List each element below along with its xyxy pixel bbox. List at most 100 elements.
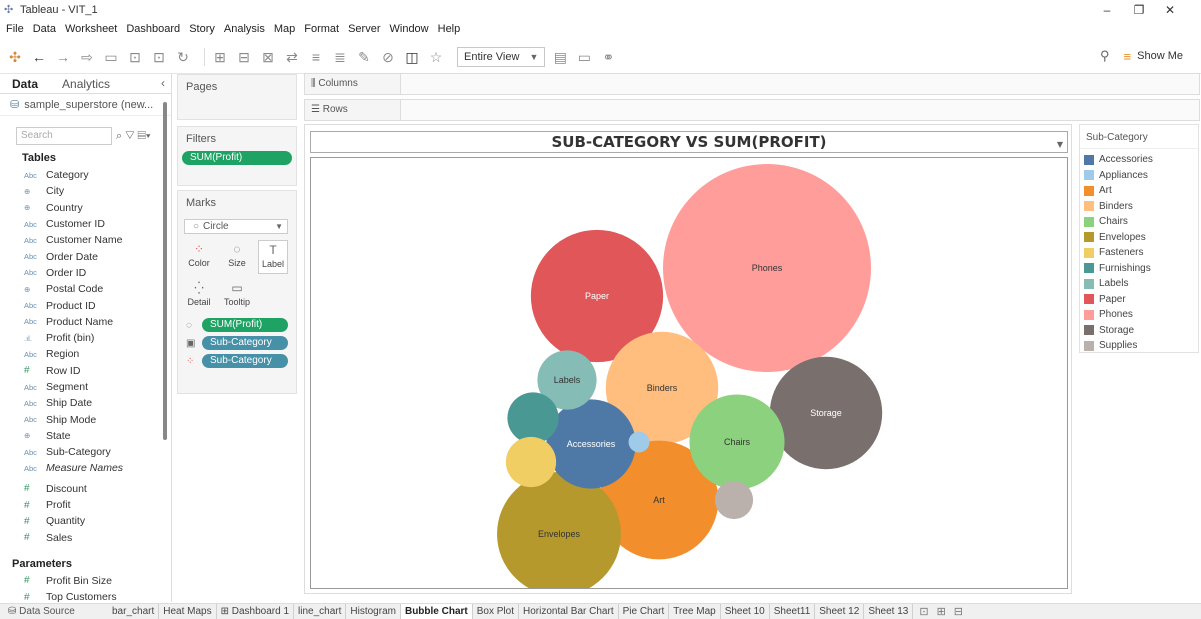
- menu-story[interactable]: Story: [189, 23, 215, 35]
- highlight-icon[interactable]: ✎: [355, 48, 373, 66]
- sheet-tab-box-plot[interactable]: Box Plot: [473, 604, 519, 619]
- show-labels-icon[interactable]: ◫: [403, 48, 421, 66]
- label-button[interactable]: T Label: [258, 240, 288, 274]
- bubble-furnishings[interactable]: [507, 392, 559, 444]
- legend-item-art[interactable]: Art: [1080, 183, 1198, 199]
- legend-item-paper[interactable]: Paper: [1080, 292, 1198, 308]
- chevron-down-icon[interactable]: ▼: [1057, 135, 1063, 155]
- group-icon[interactable]: ⊘: [379, 48, 397, 66]
- new-worksheet-icon[interactable]: ⊞: [211, 48, 229, 66]
- data-source-tab[interactable]: ⛁ Data Source: [0, 606, 108, 617]
- field-profit-bin-[interactable]: .ıl. Profit (bin): [0, 330, 171, 346]
- share-icon[interactable]: ⚭: [599, 48, 617, 66]
- legend-item-fasteners[interactable]: Fasteners: [1080, 245, 1198, 261]
- show-cards-icon[interactable]: ▤: [551, 48, 569, 66]
- replay-icon[interactable]: ⇨: [78, 48, 96, 66]
- legend-item-storage[interactable]: Storage: [1080, 323, 1198, 339]
- sort-ascending-icon[interactable]: ≡: [307, 48, 325, 66]
- columns-shelf[interactable]: ⫼ Columns: [304, 73, 1200, 95]
- field-discount[interactable]: # Discount: [0, 481, 171, 497]
- legend-item-supplies[interactable]: Supplies: [1080, 338, 1198, 354]
- field-profit-bin-size[interactable]: # Profit Bin Size: [0, 573, 171, 589]
- close-button[interactable]: ✕: [1155, 0, 1185, 20]
- menu-data[interactable]: Data: [33, 23, 56, 35]
- filter-pill-sum-profit[interactable]: SUM(Profit): [182, 151, 292, 165]
- sheet-tab-sheet-13[interactable]: Sheet 13: [864, 604, 914, 619]
- search-filter-icons[interactable]: ⌕ ▽ ▤▾: [116, 130, 151, 143]
- sheet-tab-sheet11[interactable]: Sheet11: [770, 604, 816, 619]
- mark-type-select[interactable]: ○ Circle ▼: [184, 219, 288, 234]
- field-order-id[interactable]: Abc Order ID: [0, 265, 171, 281]
- field-product-name[interactable]: Abc Product Name: [0, 314, 171, 330]
- save-icon[interactable]: ▭: [102, 48, 120, 66]
- field-segment[interactable]: Abc Segment: [0, 379, 171, 395]
- bubble-fasteners[interactable]: [505, 436, 557, 488]
- menu-file[interactable]: File: [6, 23, 24, 35]
- sheet-tab-bar-chart[interactable]: bar_chart: [108, 604, 160, 619]
- minimize-button[interactable]: –: [1092, 0, 1122, 20]
- sheet-tab-dashboard-1[interactable]: ⊞ Dashboard 1: [217, 604, 295, 619]
- field-profit[interactable]: # Profit: [0, 497, 171, 513]
- mark-pill-sub-category-label[interactable]: Sub-Category: [202, 336, 288, 350]
- menu-format[interactable]: Format: [304, 23, 339, 35]
- detail-button[interactable]: ⁛ Detail: [184, 279, 214, 313]
- field-sub-category[interactable]: Abc Sub-Category: [0, 444, 171, 460]
- tableau-home-icon[interactable]: ✣: [6, 48, 24, 66]
- size-button[interactable]: ◌ Size: [222, 240, 252, 274]
- data-pane-scrollbar[interactable]: [163, 102, 167, 440]
- field-sales[interactable]: # Sales: [0, 530, 171, 546]
- pages-card[interactable]: Pages: [177, 74, 297, 120]
- fix-axes-icon[interactable]: ☆: [427, 48, 445, 66]
- presentation-mode-icon[interactable]: ▭: [575, 48, 593, 66]
- legend-item-appliances[interactable]: Appliances: [1080, 168, 1198, 184]
- field-postal-code[interactable]: ⊕ Postal Code: [0, 281, 171, 297]
- menu-map[interactable]: Map: [274, 23, 295, 35]
- sheet-tab-pie-chart[interactable]: Pie Chart: [619, 604, 670, 619]
- rows-shelf[interactable]: ☰ Rows: [304, 99, 1200, 121]
- collapse-pane-icon[interactable]: ‹: [161, 76, 165, 90]
- swap-axes-icon[interactable]: ⇄: [283, 48, 301, 66]
- fit-view-select[interactable]: Entire View ▼: [457, 46, 546, 67]
- menu-help[interactable]: Help: [438, 23, 461, 35]
- sheet-tab-histogram[interactable]: Histogram: [346, 604, 401, 619]
- menu-server[interactable]: Server: [348, 23, 380, 35]
- legend-item-phones[interactable]: Phones: [1080, 307, 1198, 323]
- pin-icon[interactable]: ⚲: [1100, 48, 1110, 64]
- legend-item-binders[interactable]: Binders: [1080, 199, 1198, 215]
- tab-analytics[interactable]: Analytics: [50, 74, 122, 94]
- sheet-tab-line-chart[interactable]: line_chart: [294, 604, 347, 619]
- sheet-tab-tree-map[interactable]: Tree Map: [669, 604, 721, 619]
- bubble-supplies[interactable]: [714, 480, 754, 520]
- sheet-tab-sheet-10[interactable]: Sheet 10: [721, 604, 770, 619]
- field-customer-id[interactable]: Abc Customer ID: [0, 216, 171, 232]
- field-row-id[interactable]: # Row ID: [0, 363, 171, 379]
- tooltip-button[interactable]: ▭ Tooltip: [222, 279, 252, 313]
- field-order-date[interactable]: Abc Order Date: [0, 248, 171, 264]
- menu-dashboard[interactable]: Dashboard: [126, 23, 180, 35]
- color-button[interactable]: ⁘ Color: [184, 240, 214, 274]
- datasource-item[interactable]: ⛁ sample_superstore (new...: [0, 94, 171, 116]
- sheet-tab-bubble-chart[interactable]: Bubble Chart: [400, 604, 473, 619]
- field-ship-date[interactable]: Abc Ship Date: [0, 395, 171, 411]
- refresh-icon[interactable]: ↻: [174, 48, 192, 66]
- field-customer-name[interactable]: Abc Customer Name: [0, 232, 171, 248]
- undo-icon[interactable]: ←: [30, 48, 48, 66]
- bubble-appliances[interactable]: [628, 431, 650, 453]
- chart-title[interactable]: SUB-CATEGORY VS SUM(PROFIT) ▼: [310, 131, 1068, 153]
- legend-item-labels[interactable]: Labels: [1080, 276, 1198, 292]
- tab-data[interactable]: Data: [0, 74, 50, 94]
- sheet-tab-heat-maps[interactable]: Heat Maps: [159, 604, 217, 619]
- menu-analysis[interactable]: Analysis: [224, 23, 265, 35]
- duplicate-sheet-icon[interactable]: ⊟: [235, 48, 253, 66]
- mark-pill-sub-category-color[interactable]: Sub-Category: [202, 354, 288, 368]
- field-country[interactable]: ⊕ Country: [0, 200, 171, 216]
- mark-pill-sum-profit[interactable]: SUM(Profit): [202, 318, 288, 332]
- legend-item-envelopes[interactable]: Envelopes: [1080, 230, 1198, 246]
- show-me-button[interactable]: ⚲ ≡ Show Me: [1100, 48, 1183, 64]
- datasource-dropdown-icon[interactable]: ⊡: [150, 48, 168, 66]
- search-input[interactable]: Search: [16, 127, 112, 145]
- legend-item-accessories[interactable]: Accessories: [1080, 152, 1198, 168]
- new-datasource-icon[interactable]: ⊡: [126, 48, 144, 66]
- field-product-id[interactable]: Abc Product ID: [0, 297, 171, 313]
- field-ship-mode[interactable]: Abc Ship Mode: [0, 411, 171, 427]
